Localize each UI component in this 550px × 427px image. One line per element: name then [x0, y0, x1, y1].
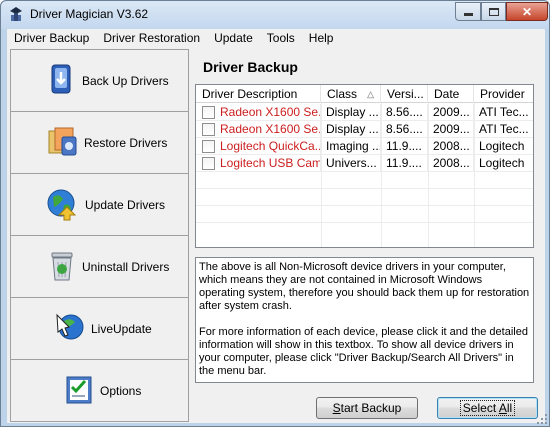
- driver-list[interactable]: Driver Description Class △ Versi... Date…: [195, 84, 534, 248]
- grid-line: [196, 137, 533, 138]
- row-checkbox[interactable]: [202, 105, 215, 119]
- menu-tools[interactable]: Tools: [260, 29, 302, 48]
- row-checkbox[interactable]: [202, 139, 215, 153]
- table-row[interactable]: Logitech USB Cam... Univers... 11.9.... …: [196, 155, 533, 171]
- menu-driver-restoration[interactable]: Driver Restoration: [96, 29, 207, 48]
- window-title: Driver Magician V3.62: [30, 7, 149, 21]
- driver-class: Display ...: [321, 104, 381, 120]
- recycle-bin-icon: [51, 252, 73, 281]
- maximize-icon: [488, 7, 499, 16]
- info-paragraph: For more information of each device, ple…: [199, 326, 528, 377]
- table-row[interactable]: Radeon X1600 Se... Display ... 8.56.... …: [196, 121, 533, 137]
- sidebar-item-label: LiveUpdate: [91, 322, 152, 336]
- sort-ascending-icon: △: [367, 89, 374, 99]
- button-mnemonic: S: [332, 401, 341, 415]
- button-label: ll: [506, 401, 513, 415]
- sidebar-item-backup-drivers[interactable]: Back Up Drivers: [11, 50, 188, 112]
- main-panel: Driver Backup Driver Description Class △…: [190, 49, 541, 422]
- driver-provider: Logitech: [479, 156, 525, 170]
- column-header-label: Class: [327, 87, 358, 101]
- menu-driver-backup[interactable]: Driver Backup: [7, 29, 96, 48]
- maximize-button[interactable]: [481, 2, 506, 21]
- start-backup-button[interactable]: Start Backup: [316, 397, 418, 419]
- grid-line: [428, 103, 429, 247]
- row-checkbox[interactable]: [202, 122, 215, 136]
- minimize-icon: [463, 13, 473, 16]
- menu-update[interactable]: Update: [207, 29, 260, 48]
- grid-line: [196, 222, 533, 223]
- driver-provider: ATI Tec...: [479, 105, 529, 119]
- menu-bar: Driver Backup Driver Restoration Update …: [7, 29, 545, 48]
- sidebar-item-label: Restore Drivers: [84, 136, 168, 150]
- app-window: Driver Magician V3.62 ✕ Driver Backup Dr…: [0, 0, 550, 427]
- list-header: Driver Description Class △ Versi... Date…: [196, 85, 533, 103]
- driver-version: 8.56....: [381, 104, 428, 120]
- driver-version: 8.56....: [381, 121, 428, 137]
- options-checklist-icon: [66, 376, 92, 404]
- live-update-icon: [56, 313, 84, 340]
- sidebar-item-label: Uninstall Drivers: [82, 260, 170, 274]
- info-textbox[interactable]: The above is all Non-Microsoft device dr…: [195, 257, 534, 383]
- button-mnemonic: A: [498, 401, 507, 415]
- page-title: Driver Backup: [203, 59, 298, 75]
- column-header-date[interactable]: Date: [428, 85, 474, 103]
- resize-grip-icon[interactable]: [536, 413, 548, 425]
- sidebar-item-update-drivers[interactable]: Update Drivers: [11, 174, 188, 236]
- column-header-class[interactable]: Class △: [321, 85, 381, 103]
- select-all-button[interactable]: Select All: [437, 397, 538, 419]
- sidebar-item-liveupdate[interactable]: LiveUpdate: [11, 298, 188, 360]
- sidebar-item-label: Options: [100, 384, 142, 398]
- grid-line: [381, 103, 382, 247]
- driver-date: 2008...: [428, 138, 474, 154]
- sidebar-item-uninstall-drivers[interactable]: Uninstall Drivers: [11, 236, 188, 298]
- sidebar-item-options[interactable]: Options: [11, 360, 188, 421]
- sidebar-item-label: Update Drivers: [85, 198, 166, 212]
- driver-magician-logo-icon: [10, 7, 22, 21]
- globe-update-icon: [47, 189, 77, 221]
- close-icon: ✕: [521, 4, 533, 19]
- title-bar[interactable]: Driver Magician V3.62 ✕: [1, 1, 549, 29]
- button-label: Select: [462, 401, 499, 415]
- grid-line: [196, 205, 533, 206]
- column-header-version[interactable]: Versi...: [381, 85, 428, 103]
- grid-line: [196, 154, 533, 155]
- close-button[interactable]: ✕: [506, 2, 548, 21]
- menu-help[interactable]: Help: [302, 29, 341, 48]
- sidebar-item-label: Back Up Drivers: [82, 74, 169, 88]
- driver-date: 2008...: [428, 155, 474, 171]
- driver-date: 2009...: [428, 104, 474, 120]
- grid-line: [474, 103, 475, 247]
- grid-line: [196, 120, 533, 121]
- button-label: tart Backup: [340, 401, 402, 415]
- driver-provider: ATI Tec...: [479, 122, 529, 136]
- sidebar: Back Up Drivers Restore Drivers Update D…: [10, 49, 189, 422]
- sidebar-item-restore-drivers[interactable]: Restore Drivers: [11, 112, 188, 174]
- driver-description: Logitech QuickCa...: [220, 139, 321, 153]
- driver-description: Radeon X1600 Se...: [220, 122, 321, 136]
- driver-class: Univers...: [321, 155, 381, 171]
- driver-description: Radeon X1600 Se...: [220, 105, 321, 119]
- row-checkbox[interactable]: [202, 156, 215, 170]
- client-area: Driver Backup Driver Restoration Update …: [7, 29, 545, 423]
- minimize-button[interactable]: [455, 2, 481, 21]
- grid-line: [196, 171, 533, 172]
- restore-icon: [48, 127, 77, 156]
- info-paragraph: The above is all Non-Microsoft device dr…: [199, 261, 530, 312]
- grid-line: [196, 188, 533, 189]
- driver-description: Logitech USB Cam...: [220, 156, 321, 170]
- driver-version: 11.9....: [381, 138, 428, 154]
- grid-line: [321, 103, 322, 247]
- column-header-provider[interactable]: Provider: [474, 85, 533, 103]
- backup-icon: [51, 64, 71, 94]
- driver-provider: Logitech: [479, 139, 525, 153]
- driver-date: 2009...: [428, 121, 474, 137]
- driver-class: Display ...: [321, 121, 381, 137]
- column-header-description[interactable]: Driver Description: [196, 85, 321, 103]
- driver-class: Imaging ...: [321, 138, 381, 154]
- button-focus-frame: Select All: [459, 400, 516, 416]
- table-row[interactable]: Logitech QuickCa... Imaging ... 11.9....…: [196, 138, 533, 154]
- driver-version: 11.9....: [381, 155, 428, 171]
- table-row[interactable]: Radeon X1600 Se... Display ... 8.56.... …: [196, 104, 533, 120]
